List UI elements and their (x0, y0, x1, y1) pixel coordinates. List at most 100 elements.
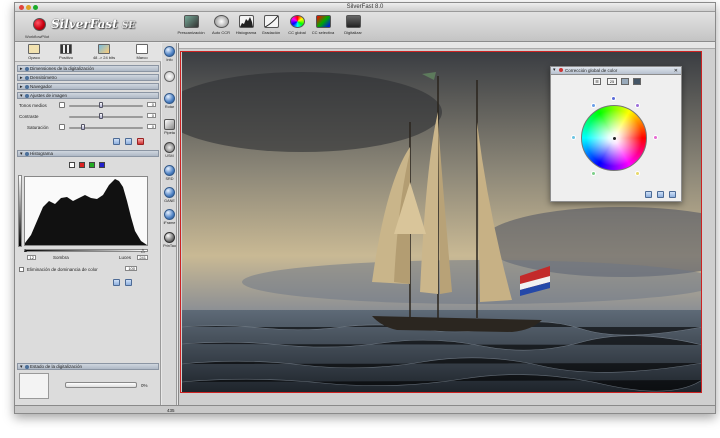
lights-slider-triangle-icon[interactable]: △ (141, 248, 145, 254)
channel-blue-chip[interactable] (99, 162, 105, 168)
tool-info-button[interactable]: Info (163, 46, 176, 62)
section-dot-icon (25, 67, 29, 71)
section-dot-icon (25, 94, 29, 98)
panel-collapse-triangle-icon[interactable]: ▾ (553, 67, 556, 74)
panel-color-dot-icon (559, 68, 563, 72)
status-bar: 435 (15, 405, 715, 413)
color-wheel[interactable] (581, 105, 647, 171)
color-panel-title-bar[interactable]: ▾ Corrección global de color ✕ (551, 67, 681, 75)
contrast-label: Contraste (19, 114, 39, 119)
histogram-icon (238, 15, 254, 28)
tool-printao-button[interactable]: PrinTao (163, 232, 176, 248)
midtones-slider-knob[interactable] (99, 102, 103, 108)
title-bar: SilverFast 8.0 (15, 3, 715, 12)
silverfast-badge-icon (33, 18, 46, 31)
color-handle-cyan[interactable] (571, 135, 576, 140)
saturation-value[interactable]: 0 (147, 124, 156, 129)
contrast-value[interactable]: 0 (147, 113, 156, 118)
midtones-slider[interactable] (69, 105, 143, 107)
contrast-slider-knob[interactable] (99, 113, 103, 119)
tool-eyedropper-button[interactable]: Pipeta (163, 119, 176, 135)
workflowpilot-label[interactable]: WorkflowPilot (25, 34, 49, 39)
close-icon[interactable]: ✕ (674, 68, 678, 75)
eyedropper-icon (164, 119, 175, 130)
cast-removal-value[interactable]: 100 (125, 266, 137, 271)
window-title: SilverFast 8.0 (346, 4, 384, 10)
global-color-correction-panel[interactable]: ▾ Corrección global de color ✕ ☰ 25 (550, 66, 682, 202)
histogram-reset-button[interactable] (125, 279, 132, 286)
mode-opaque-button[interactable]: Opaco (19, 44, 49, 61)
tool-zoom-button[interactable] (163, 71, 176, 82)
reflective-icon (28, 44, 40, 54)
mode-positive-button[interactable]: Positivo (51, 44, 81, 61)
color-reset-button[interactable] (657, 191, 664, 198)
iframe-icon (164, 209, 175, 220)
section-scan-dimensions[interactable]: ▸ Dimensiones de la digitalización (17, 65, 159, 72)
srd-icon (164, 165, 175, 176)
section-dot-icon (25, 152, 29, 156)
mode-frame-button[interactable]: Marco (127, 44, 157, 61)
tool-iframe-button[interactable]: iFrame (163, 209, 176, 225)
color-image-icon[interactable] (633, 78, 641, 85)
tool-gane-button[interactable]: GANE (163, 187, 176, 203)
color-handle-yellow[interactable] (635, 171, 640, 176)
save-settings-button[interactable] (113, 138, 120, 145)
color-grid-icon[interactable] (621, 78, 629, 85)
section-navigator[interactable]: ▸ Navegador (17, 83, 159, 90)
color-handle-violet[interactable] (635, 103, 640, 108)
cast-removal-checkbox[interactable] (19, 267, 24, 272)
histogram-graph[interactable] (24, 176, 148, 246)
color-undo-button[interactable] (669, 191, 676, 198)
channel-green-chip[interactable] (89, 162, 95, 168)
logo-edition: SE (121, 21, 136, 31)
left-panel: Opaco Positivo 48 -> 24 bits Marco ▸ Dim… (15, 43, 161, 405)
section-dot-icon (25, 85, 29, 89)
frame-icon (136, 44, 148, 54)
contrast-slider[interactable] (69, 116, 143, 118)
lights-label: Luces (119, 255, 132, 260)
disclosure-triangle-icon: ▾ (20, 93, 23, 99)
cc-global-icon (289, 15, 305, 28)
disclosure-triangle-icon: ▸ (20, 66, 23, 72)
section-image-adjust[interactable]: ▾ Ajustes de imagen (17, 92, 159, 99)
horizontal-ruler (179, 43, 715, 49)
delete-settings-button[interactable] (137, 138, 144, 145)
wheel-center-marker[interactable] (613, 137, 616, 140)
midtones-value[interactable]: 0 (147, 102, 156, 107)
channel-red-chip[interactable] (79, 162, 85, 168)
lights-value[interactable]: 241 (137, 255, 148, 260)
color-panel-title: Corrección global de color (565, 68, 618, 73)
color-handle-green[interactable] (591, 171, 596, 176)
shadow-value[interactable]: 12 (27, 255, 36, 260)
saturation-slider-knob[interactable] (81, 124, 85, 130)
histogram-curve (25, 179, 147, 245)
color-number-field[interactable]: 25 (607, 78, 617, 85)
section-scan-status[interactable]: ▾ Estado de la digitalización (17, 363, 159, 370)
midtones-mode-icon[interactable] (59, 102, 65, 108)
color-handle-blue[interactable] (611, 96, 616, 101)
histogram-vertical-ramp (18, 175, 22, 247)
auto-ccr-icon (213, 15, 229, 28)
channel-rgb-chip[interactable] (69, 162, 75, 168)
positive-film-icon (60, 44, 72, 54)
tool-usm-button[interactable]: USM (163, 142, 176, 158)
zoom-icon (164, 71, 175, 82)
tool-srd-button[interactable]: SRD (163, 165, 176, 181)
scan-button[interactable]: Digitalizar (335, 15, 371, 41)
color-list-icon[interactable]: ☰ (593, 78, 601, 85)
cc-selective-icon (315, 15, 331, 28)
color-save-button[interactable] (645, 191, 652, 198)
color-handle-sky[interactable] (591, 103, 596, 108)
info-icon (164, 46, 175, 57)
section-densitometer[interactable]: ▸ Densitómetro (17, 74, 159, 81)
saturation-mode-icon[interactable] (59, 124, 65, 130)
midtones-label: Tonos medios (19, 103, 47, 108)
section-histogram[interactable]: ▾ Histograma (17, 150, 159, 157)
disclosure-triangle-icon: ▾ (20, 151, 23, 157)
shadow-slider-triangle-icon[interactable]: ▲ (23, 248, 28, 254)
mode-bit-depth-button[interactable]: 48 -> 24 bits (89, 44, 119, 61)
reset-settings-button[interactable] (125, 138, 132, 145)
color-handle-magenta[interactable] (653, 135, 658, 140)
histogram-save-button[interactable] (113, 279, 120, 286)
tool-rotate-button[interactable]: Rotar (163, 93, 176, 109)
